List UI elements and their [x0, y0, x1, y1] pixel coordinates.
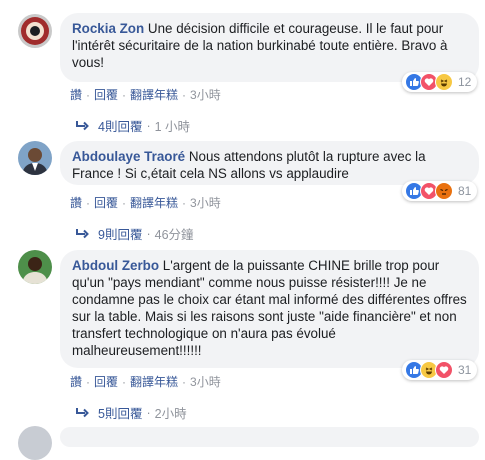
separator: · — [86, 87, 91, 102]
comment-text: L'argent de la puissante CHINE brille tr… — [72, 258, 467, 358]
separator: · — [182, 87, 187, 102]
avatar[interactable] — [18, 14, 52, 48]
separator: · — [146, 118, 151, 133]
separator: · — [182, 374, 187, 389]
reply-link[interactable]: 回覆 — [94, 194, 118, 211]
separator: · — [122, 195, 127, 210]
separator: · — [86, 374, 91, 389]
translate-link[interactable]: 翻譯年糕 — [130, 194, 178, 211]
reaction-count: 31 — [458, 363, 472, 377]
comment-actions: 讚 · 回覆 · 翻譯年糕 · 3小時 — [70, 86, 221, 103]
like-link[interactable]: 讚 — [70, 194, 82, 211]
translate-link[interactable]: 翻譯年糕 — [130, 373, 178, 390]
avatar[interactable] — [18, 250, 52, 284]
replies-timestamp: 1 小時 — [154, 120, 191, 134]
replies-timestamp: 2小時 — [154, 407, 187, 421]
reply-arrow-icon — [76, 407, 89, 417]
replies-count[interactable]: 9則回覆 — [98, 224, 142, 243]
reaction-count: 12 — [458, 75, 472, 89]
next-comment-bubble — [60, 427, 479, 447]
like-link[interactable]: 讚 — [70, 373, 82, 390]
reply-link[interactable]: 回覆 — [94, 86, 118, 103]
reply-link[interactable]: 回覆 — [94, 373, 118, 390]
angry-icon — [435, 182, 453, 200]
separator: · — [146, 405, 151, 420]
comment-author[interactable]: Rockia Zon — [72, 21, 144, 36]
replies-count[interactable]: 4則回覆 — [98, 116, 142, 135]
view-replies[interactable]: 4則回覆 · 1 小時 — [74, 116, 190, 135]
comment-author[interactable]: Abdoul Zerbo — [72, 258, 159, 273]
reaction-summary[interactable]: 12 — [402, 72, 478, 92]
comment-timestamp[interactable]: 3小時 — [190, 194, 221, 211]
comment-actions: 讚 · 回覆 · 翻譯年糕 · 3小時 — [70, 194, 221, 211]
comment-timestamp[interactable]: 3小時 — [190, 86, 221, 103]
comment-actions: 讚 · 回覆 · 翻譯年糕 · 3小時 — [70, 373, 221, 390]
reaction-count: 81 — [458, 184, 472, 198]
replies-count[interactable]: 5則回覆 — [98, 403, 142, 422]
reaction-summary[interactable]: 81 — [402, 181, 478, 201]
comment-bubble: Abdoulaye Traoré Nous attendons plutôt l… — [60, 141, 479, 185]
comment-timestamp[interactable]: 3小時 — [190, 373, 221, 390]
avatar[interactable] — [18, 141, 52, 175]
separator: · — [146, 226, 151, 241]
separator: · — [122, 87, 127, 102]
next-comment-avatar[interactable] — [18, 426, 52, 460]
view-replies[interactable]: 9則回覆 · 46分鐘 — [74, 224, 194, 243]
comment-bubble: Abdoul Zerbo L'argent de la puissante CH… — [60, 250, 479, 368]
haha-icon — [435, 73, 453, 91]
reply-arrow-icon — [76, 120, 89, 130]
translate-link[interactable]: 翻譯年糕 — [130, 86, 178, 103]
separator: · — [182, 195, 187, 210]
reply-arrow-icon — [76, 228, 89, 238]
replies-timestamp: 46分鐘 — [154, 228, 194, 242]
separator: · — [86, 195, 91, 210]
reaction-summary[interactable]: 31 — [402, 360, 478, 380]
separator: · — [122, 374, 127, 389]
view-replies[interactable]: 5則回覆 · 2小時 — [74, 403, 187, 422]
love-icon — [435, 361, 453, 379]
like-link[interactable]: 讚 — [70, 86, 82, 103]
comment-author[interactable]: Abdoulaye Traoré — [72, 149, 185, 164]
